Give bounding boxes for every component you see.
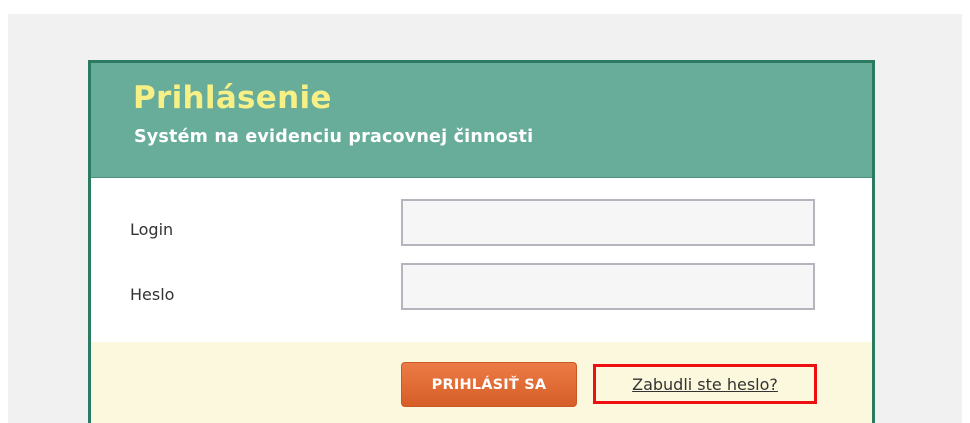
password-input[interactable] (401, 263, 815, 310)
page-title: Prihlásenie (133, 80, 332, 116)
login-panel-inner: Prihlásenie Systém na evidenciu pracovne… (91, 63, 872, 423)
login-panel: Prihlásenie Systém na evidenciu pracovne… (88, 60, 875, 423)
password-label: Heslo (130, 285, 175, 304)
form-actions: PRIHLÁSIŤ SA Zabudli ste heslo? (91, 342, 872, 423)
page: Prihlásenie Systém na evidenciu pracovne… (0, 0, 970, 423)
login-label: Login (130, 220, 174, 239)
login-button[interactable]: PRIHLÁSIŤ SA (401, 362, 577, 407)
forgot-password-link[interactable]: Zabudli ste heslo? (593, 364, 817, 404)
login-header: Prihlásenie Systém na evidenciu pracovne… (91, 63, 872, 178)
login-input[interactable] (401, 199, 815, 246)
login-form: Login Heslo (91, 178, 872, 342)
page-subtitle: Systém na evidenciu pracovnej činnosti (134, 127, 534, 147)
